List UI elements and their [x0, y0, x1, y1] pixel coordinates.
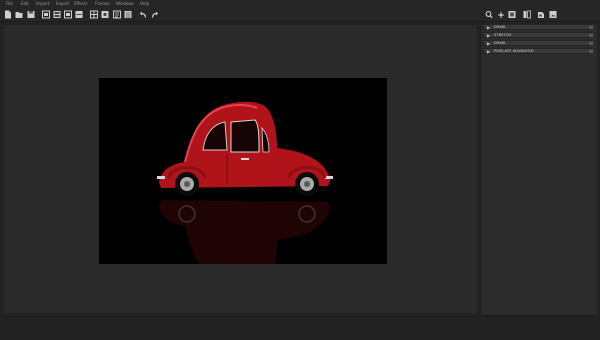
menu-file[interactable]: File	[6, 0, 13, 8]
panel-close-button[interactable]	[589, 50, 593, 53]
image-preview[interactable]	[99, 78, 387, 264]
zoom-icon[interactable]	[485, 10, 493, 19]
pan-icon[interactable]	[497, 10, 505, 19]
panel-close-button[interactable]	[589, 42, 593, 45]
redo-icon[interactable]	[151, 10, 159, 19]
fit-icon[interactable]	[508, 10, 516, 19]
render-icon[interactable]	[549, 10, 557, 19]
properties-icon[interactable]	[113, 10, 121, 19]
panel-draw-1[interactable]: ▶ DRAW	[483, 24, 595, 30]
panel-label: STRETCH	[494, 33, 512, 37]
menu-frames[interactable]: Frames	[95, 0, 110, 8]
save-icon[interactable]	[27, 10, 35, 19]
menu-bar: File Edit Import Export Effects Frames W…	[0, 0, 600, 8]
toolbar	[0, 8, 600, 22]
grid-icon[interactable]	[90, 10, 98, 19]
panel-label: PIXELATE ADVANCED	[494, 49, 534, 53]
status-bar	[0, 316, 600, 340]
open-folder-icon[interactable]	[15, 10, 23, 19]
list-icon[interactable]	[124, 10, 132, 19]
panel-label: DRAW	[494, 41, 506, 45]
panel-pixelate-advanced[interactable]: ▶ PIXELATE ADVANCED	[483, 48, 595, 54]
expand-arrow-icon: ▶	[487, 49, 491, 54]
settings-icon[interactable]	[537, 10, 545, 19]
undo-icon[interactable]	[139, 10, 147, 19]
export-icon[interactable]	[42, 10, 50, 19]
panel-draw-2[interactable]: ▶ DRAW	[483, 40, 595, 46]
expand-arrow-icon: ▶	[487, 25, 491, 30]
menu-export[interactable]: Export	[56, 0, 69, 8]
menu-import[interactable]: Import	[36, 0, 49, 8]
layers-icon[interactable]	[53, 10, 61, 19]
red-beetle-car-image	[99, 78, 387, 264]
panel-label: DRAW	[494, 25, 506, 29]
crop-icon[interactable]	[75, 10, 83, 19]
transform-icon[interactable]	[101, 10, 109, 19]
expand-arrow-icon: ▶	[487, 33, 491, 38]
menu-edit[interactable]: Edit	[21, 0, 29, 8]
panel-stretch[interactable]: ▶ STRETCH	[483, 32, 595, 38]
frame-icon[interactable]	[64, 10, 72, 19]
menu-help[interactable]: Help	[140, 0, 149, 8]
compare-icon[interactable]	[523, 10, 531, 19]
menu-windows[interactable]: Windows	[116, 0, 134, 8]
effects-sidebar: ▶ DRAW ▶ STRETCH ▶ DRAW ▶ PIXELATE ADVAN…	[480, 24, 597, 314]
expand-arrow-icon: ▶	[487, 41, 491, 46]
panel-close-button[interactable]	[589, 26, 593, 29]
new-file-icon[interactable]	[4, 10, 12, 19]
panel-close-button[interactable]	[589, 34, 593, 37]
menu-effects[interactable]: Effects	[74, 0, 88, 8]
